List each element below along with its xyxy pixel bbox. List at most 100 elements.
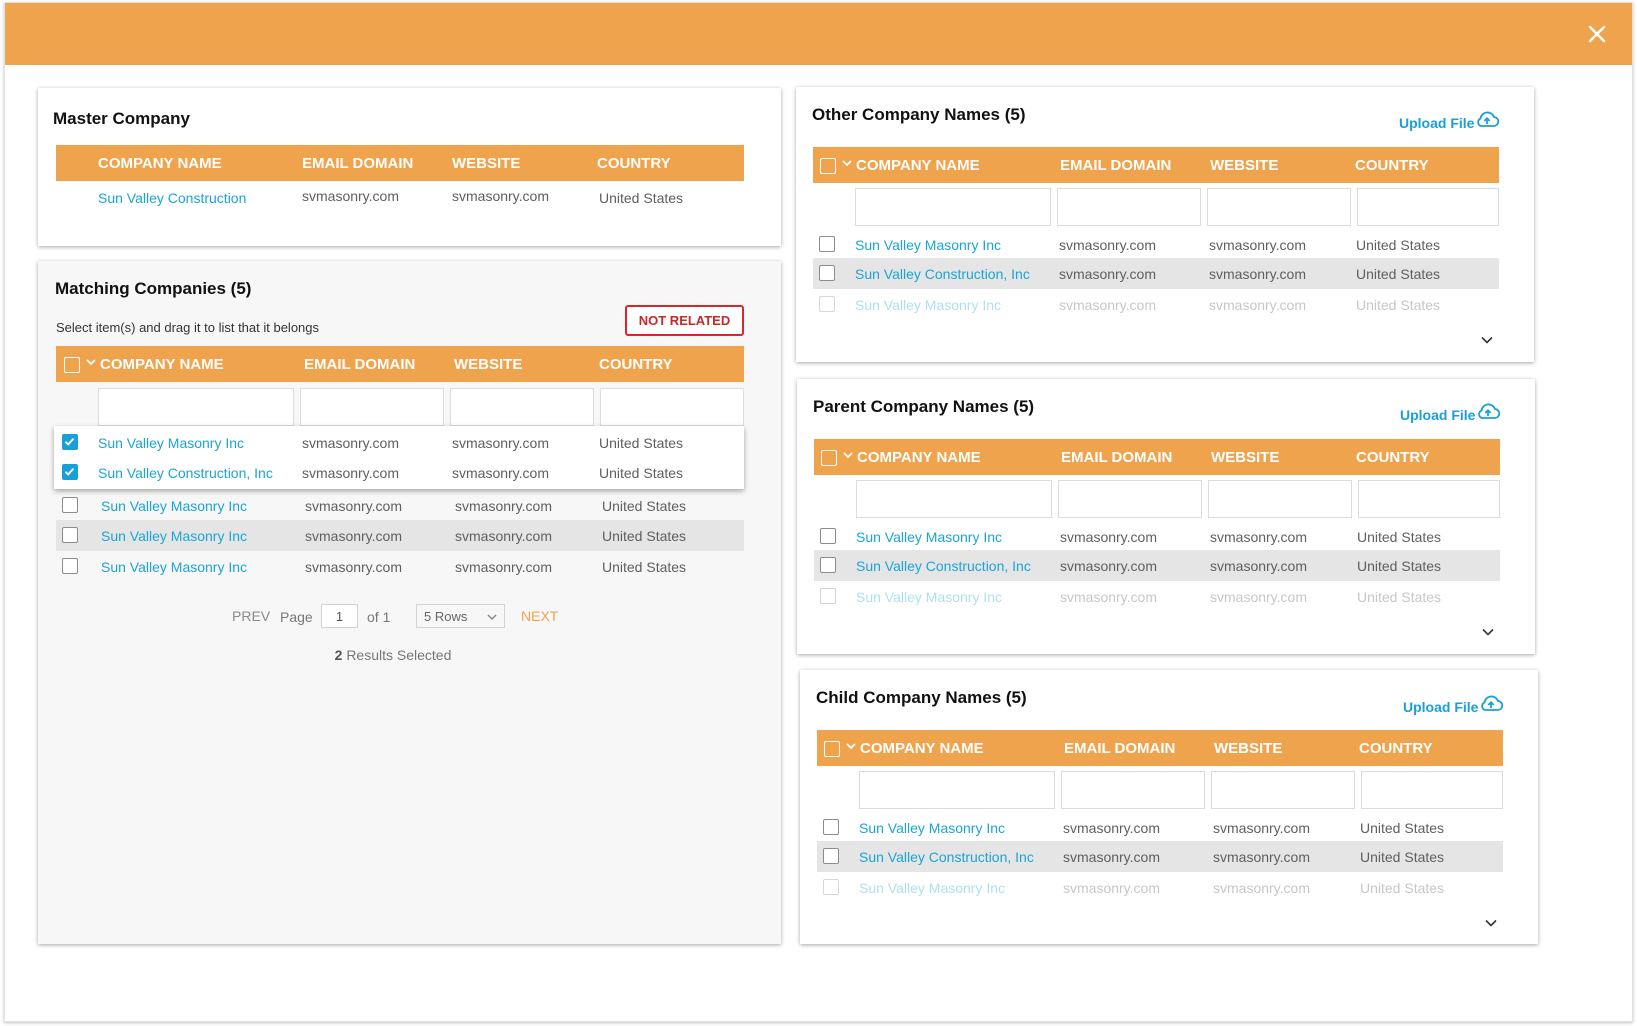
table-row[interactable]: Sun Valley Masonry Inc svmasonry.com svm… (814, 521, 1500, 552)
table-row[interactable]: Sun Valley Construction, Inc svmasonry.c… (814, 550, 1500, 581)
company-name-filter-input[interactable] (859, 771, 1055, 809)
table-row[interactable]: Sun Valley Masonry Inc svmasonry.com svm… (817, 872, 1503, 903)
company-name-link[interactable]: Sun Valley Masonry Inc (856, 529, 1002, 545)
page-number-input[interactable] (321, 604, 358, 628)
company-name-link[interactable]: Sun Valley Masonry Inc (855, 297, 1001, 313)
column-header-country[interactable]: COUNTRY (1356, 449, 1430, 466)
next-page-button[interactable]: NEXT (521, 608, 558, 624)
upload-file-button[interactable]: Upload File (1400, 403, 1501, 423)
row-checkbox[interactable] (820, 528, 836, 544)
row-checkbox[interactable] (819, 265, 835, 281)
column-header-website[interactable]: WEBSITE (1210, 157, 1278, 174)
country-filter-input[interactable] (1357, 188, 1499, 226)
column-header-email-domain[interactable]: EMAIL DOMAIN (302, 155, 413, 172)
table-row[interactable]: Sun Valley Masonry Inc svmasonry.com svm… (56, 490, 744, 521)
row-checkbox[interactable] (820, 557, 836, 573)
company-name-link[interactable]: Sun Valley Construction, Inc (859, 849, 1034, 865)
website-filter-input[interactable] (1208, 480, 1352, 518)
column-header-email-domain[interactable]: EMAIL DOMAIN (304, 356, 415, 373)
website-filter-input[interactable] (1207, 188, 1351, 226)
row-checkbox[interactable] (823, 848, 839, 864)
chevron-down-icon[interactable] (842, 449, 854, 461)
row-checkbox[interactable] (62, 497, 78, 513)
expand-chevron-icon[interactable] (1479, 332, 1495, 348)
company-name-link[interactable]: Sun Valley Masonry Inc (98, 435, 244, 451)
column-header-company-name[interactable]: COMPANY NAME (857, 449, 981, 466)
company-name-link[interactable]: Sun Valley Construction, Inc (855, 266, 1030, 282)
company-name-link[interactable]: Sun Valley Masonry Inc (101, 498, 247, 514)
email-domain-filter-input[interactable] (1061, 771, 1205, 809)
company-name-filter-input[interactable] (856, 480, 1052, 518)
select-all-checkbox[interactable] (824, 741, 840, 757)
column-header-email-domain[interactable]: EMAIL DOMAIN (1061, 449, 1172, 466)
not-related-button[interactable]: NOT RELATED (625, 305, 744, 336)
column-header-company-name[interactable]: COMPANY NAME (100, 356, 224, 373)
close-button[interactable] (1582, 19, 1612, 49)
column-header-country[interactable]: COUNTRY (1355, 157, 1429, 174)
table-row[interactable]: Sun Valley Masonry Inc svmasonry.com svm… (56, 551, 744, 582)
column-header-email-domain[interactable]: EMAIL DOMAIN (1064, 740, 1175, 757)
company-name-filter-input[interactable] (855, 188, 1051, 226)
email-domain-filter-input[interactable] (1057, 188, 1201, 226)
expand-chevron-icon[interactable] (1480, 624, 1496, 640)
column-header-website[interactable]: WEBSITE (1214, 740, 1282, 757)
row-checkbox[interactable] (62, 558, 78, 574)
row-checkbox[interactable] (823, 879, 839, 895)
selected-rows-group[interactable]: Sun Valley Masonry Inc svmasonry.com svm… (54, 426, 744, 489)
column-header-website[interactable]: WEBSITE (454, 356, 522, 373)
website-filter-input[interactable] (1211, 771, 1355, 809)
company-name-link[interactable]: Sun Valley Masonry Inc (101, 528, 247, 544)
table-row[interactable]: Sun Valley Masonry Inc svmasonry.com svm… (813, 289, 1499, 320)
row-checkbox[interactable] (819, 236, 835, 252)
column-header-company-name[interactable]: COMPANY NAME (856, 157, 980, 174)
company-name-filter-input[interactable] (98, 388, 294, 426)
column-header-country[interactable]: COUNTRY (597, 155, 671, 172)
column-header-email-domain[interactable]: EMAIL DOMAIN (1060, 157, 1171, 174)
company-name-link[interactable]: Sun Valley Masonry Inc (855, 237, 1001, 253)
row-checkbox[interactable] (62, 434, 78, 450)
company-name-link[interactable]: Sun Valley Construction, Inc (856, 558, 1031, 574)
company-name-link[interactable]: Sun Valley Masonry Inc (859, 880, 1005, 896)
column-header-company-name[interactable]: COMPANY NAME (98, 155, 222, 172)
row-checkbox[interactable] (819, 296, 835, 312)
table-row[interactable]: Sun Valley Masonry Inc svmasonry.com svm… (817, 812, 1503, 843)
company-name-link[interactable]: Sun Valley Masonry Inc (859, 820, 1005, 836)
row-checkbox[interactable] (62, 527, 78, 543)
table-row[interactable]: Sun Valley Masonry Inc svmasonry.com svm… (814, 581, 1500, 612)
chevron-down-icon[interactable] (85, 356, 97, 368)
row-checkbox[interactable] (823, 819, 839, 835)
column-header-country[interactable]: COUNTRY (599, 356, 673, 373)
table-row[interactable]: Sun Valley Masonry Inc svmasonry.com svm… (56, 520, 744, 551)
website-filter-input[interactable] (450, 388, 594, 426)
prev-page-button[interactable]: PREV (232, 608, 270, 624)
row-checkbox[interactable] (820, 588, 836, 604)
table-row[interactable]: Sun Valley Construction, Inc svmasonry.c… (54, 457, 744, 488)
company-name-link[interactable]: Sun Valley Construction, Inc (98, 465, 273, 481)
table-row[interactable]: Sun Valley Masonry Inc svmasonry.com svm… (813, 229, 1499, 260)
expand-chevron-icon[interactable] (1483, 915, 1499, 931)
company-name-link[interactable]: Sun Valley Masonry Inc (856, 589, 1002, 605)
country-filter-input[interactable] (1358, 480, 1500, 518)
upload-file-button[interactable]: Upload File (1403, 695, 1504, 715)
select-all-checkbox[interactable] (820, 158, 836, 174)
country-filter-input[interactable] (600, 388, 744, 426)
email-domain-filter-input[interactable] (1058, 480, 1202, 518)
column-header-website[interactable]: WEBSITE (452, 155, 520, 172)
country-filter-input[interactable] (1361, 771, 1503, 809)
column-header-country[interactable]: COUNTRY (1359, 740, 1433, 757)
column-header-company-name[interactable]: COMPANY NAME (860, 740, 984, 757)
company-name-link[interactable]: Sun Valley Masonry Inc (101, 559, 247, 575)
table-row[interactable]: Sun Valley Construction, Inc svmasonry.c… (817, 841, 1503, 872)
row-checkbox[interactable] (62, 464, 78, 480)
chevron-down-icon[interactable] (845, 740, 857, 752)
chevron-down-icon[interactable] (841, 157, 853, 169)
select-all-checkbox[interactable] (64, 357, 80, 373)
company-name-link[interactable]: Sun Valley Construction (98, 190, 246, 206)
email-domain-filter-input[interactable] (300, 388, 444, 426)
column-header-website[interactable]: WEBSITE (1211, 449, 1279, 466)
upload-file-button[interactable]: Upload File (1399, 111, 1500, 131)
table-row[interactable]: Sun Valley Masonry Inc svmasonry.com svm… (54, 427, 744, 458)
table-row[interactable]: Sun Valley Construction, Inc svmasonry.c… (813, 258, 1499, 289)
select-all-checkbox[interactable] (821, 450, 837, 466)
rows-per-page-select[interactable]: 5 Rows (416, 604, 505, 628)
